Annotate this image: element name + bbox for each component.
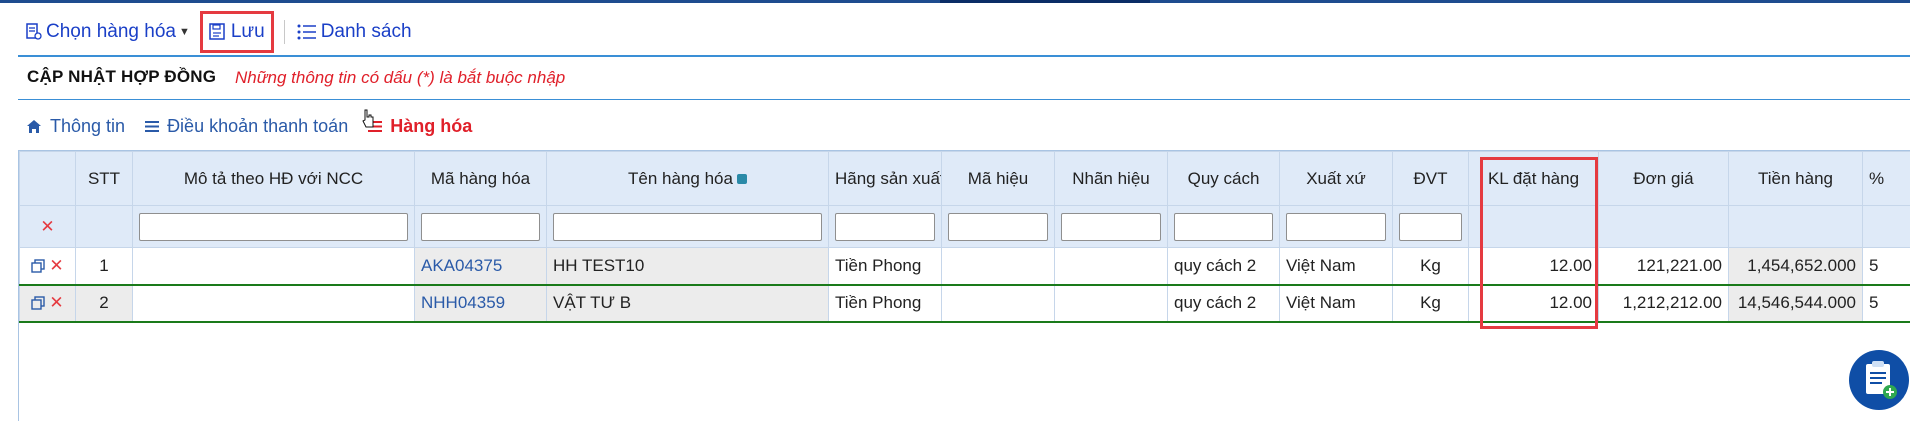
tab-bar: Thông tin Điều khoản thanh toán Hàng hóa: [26, 112, 492, 140]
cell-brand: [1054, 284, 1168, 323]
cell-unit-price[interactable]: 1,212,212.00: [1598, 284, 1729, 323]
cell-manufacturer: Tiền Phong: [828, 284, 942, 323]
filter-spec-input[interactable]: [1174, 212, 1273, 241]
col-spec: Quy cách: [1167, 151, 1280, 206]
filter-row: ✕: [19, 205, 1910, 248]
tab-payment-terms[interactable]: Điều khoản thanh toán: [145, 116, 348, 137]
mouse-cursor-icon: [362, 109, 374, 128]
cell-brand: [1054, 247, 1168, 286]
col-unit-price: Đơn giá: [1598, 151, 1729, 206]
cell-unit: Kg: [1392, 284, 1469, 323]
delete-icon[interactable]: ✕: [49, 256, 63, 276]
filter-manufacturer-input[interactable]: [835, 212, 935, 241]
cell-amount: 14,546,544.000: [1728, 284, 1863, 323]
required-fields-note: Những thông tin có dấu (*) là bắt buộc n…: [235, 68, 566, 87]
list-button[interactable]: Danh sách: [297, 12, 412, 52]
goods-table: STT Mô tả theo HĐ với NCC Mã hàng hóa Tê…: [18, 150, 1910, 421]
cell-description[interactable]: [132, 284, 415, 323]
col-code-mark: Mã hiệu: [941, 151, 1055, 206]
cell-amount: 1,454,652.000: [1728, 247, 1863, 286]
toolbar-divider-line: [18, 55, 1910, 57]
home-icon: [27, 119, 41, 133]
cell-spec: quy cách 2: [1167, 284, 1280, 323]
tab-info-label: Thông tin: [50, 115, 126, 136]
filter-code-mark-input[interactable]: [948, 212, 1048, 241]
save-button[interactable]: Lưu: [199, 11, 274, 53]
filter-goods-name-input[interactable]: [553, 212, 822, 241]
choose-goods-label: Chọn hàng hóa: [46, 21, 176, 42]
cell-stt: 2: [75, 284, 133, 323]
toolbar: Chọn hàng hóa ▼ Lưu Danh sách: [18, 11, 412, 53]
tab-info[interactable]: Thông tin: [26, 116, 125, 137]
col-brand: Nhãn hiệu: [1054, 151, 1168, 206]
tab-payment-terms-label: Điều khoản thanh toán: [167, 115, 349, 136]
col-goods-code: Mã hàng hóa: [414, 151, 547, 206]
page-title: CẬP NHẬT HỢP ĐỒNG: [27, 67, 217, 86]
col-percent: %: [1862, 151, 1910, 206]
caret-down-icon[interactable]: ▼: [179, 26, 190, 38]
table-row[interactable]: ✕ 1 AKA04375 HH TEST10 Tiền Phong quy cá…: [19, 247, 1910, 286]
cell-goods-name: HH TEST10: [546, 247, 829, 286]
tab-goods[interactable]: Hàng hóa: [368, 116, 472, 137]
col-order-qty: KL đặt hàng: [1468, 151, 1599, 206]
list-label: Danh sách: [320, 21, 412, 42]
add-note-button[interactable]: [1849, 350, 1909, 410]
product-select-icon: [26, 23, 42, 40]
tab-goods-label: Hàng hóa: [390, 115, 473, 136]
cell-goods-code[interactable]: NHH04359: [414, 284, 547, 323]
filter-icon[interactable]: [736, 174, 747, 185]
col-goods-name[interactable]: Tên hàng hóa: [546, 151, 829, 206]
col-amount: Tiền hàng: [1728, 151, 1863, 206]
cell-unit: Kg: [1392, 247, 1469, 286]
copy-icon[interactable]: [31, 296, 46, 310]
cell-percent[interactable]: 5: [1862, 284, 1910, 323]
col-manufacturer: Hãng sản xuất: [828, 151, 942, 206]
cell-goods-code[interactable]: AKA04375: [414, 247, 547, 286]
filter-unit-input[interactable]: [1399, 212, 1462, 241]
col-stt: STT: [75, 151, 133, 206]
clear-filter-icon[interactable]: ✕: [40, 217, 54, 236]
table-row[interactable]: ✕ 2 NHH04359 VẬT TƯ B Tiền Phong quy các…: [19, 284, 1910, 323]
cell-code-mark: [941, 284, 1055, 323]
header-divider-line: [18, 99, 1910, 100]
cell-order-qty[interactable]: 12.00: [1468, 284, 1599, 323]
filter-goods-code-input[interactable]: [421, 212, 540, 241]
cell-order-qty[interactable]: 12.00: [1468, 247, 1599, 286]
filter-brand-input[interactable]: [1061, 212, 1161, 241]
cell-origin: Việt Nam: [1279, 247, 1393, 286]
toolbar-divider: [283, 20, 285, 44]
cell-unit-price[interactable]: 121,221.00: [1598, 247, 1729, 286]
list-icon: [145, 120, 160, 132]
cell-stt: 1: [75, 247, 133, 286]
filter-description-input[interactable]: [139, 212, 408, 241]
col-unit: ĐVT: [1392, 151, 1469, 206]
col-origin: Xuất xứ: [1279, 151, 1393, 206]
cell-spec: quy cách 2: [1167, 247, 1280, 286]
col-description: Mô tả theo HĐ với NCC: [132, 151, 415, 206]
cell-description[interactable]: [132, 247, 415, 286]
clipboard-add-icon: [1866, 361, 1897, 399]
cell-code-mark: [941, 247, 1055, 286]
table-header-row: STT Mô tả theo HĐ với NCC Mã hàng hóa Tê…: [19, 151, 1910, 206]
save-label: Lưu: [230, 21, 265, 42]
save-icon: [209, 23, 225, 40]
delete-icon[interactable]: ✕: [49, 293, 63, 313]
col-actions: [19, 151, 76, 206]
cell-percent[interactable]: 5: [1862, 247, 1910, 286]
cell-manufacturer: Tiền Phong: [828, 247, 942, 286]
top-accent-bar: [0, 0, 1910, 3]
cell-origin: Việt Nam: [1279, 284, 1393, 323]
cell-goods-name: VẬT TƯ B: [546, 284, 829, 323]
copy-icon[interactable]: [31, 259, 46, 273]
clear-filter-cell: ✕: [19, 205, 76, 248]
filter-origin-input[interactable]: [1286, 212, 1386, 241]
choose-goods-button[interactable]: Chọn hàng hóa ▼: [18, 12, 196, 52]
list-icon: [297, 24, 316, 40]
